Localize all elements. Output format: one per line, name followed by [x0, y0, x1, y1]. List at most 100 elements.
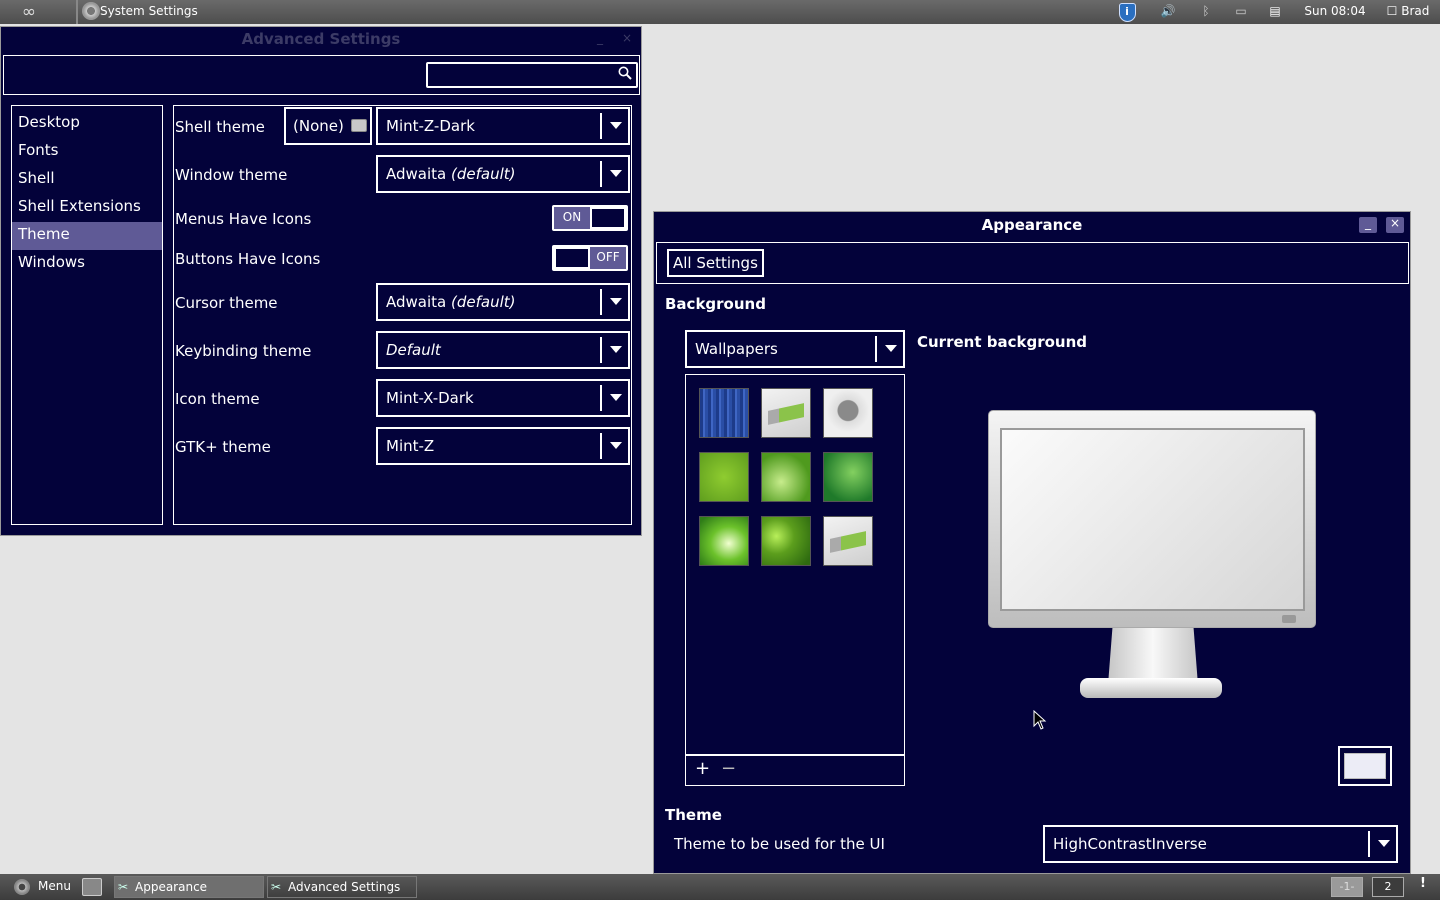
update-manager-icon[interactable]: i: [1117, 0, 1137, 24]
keybinding-theme-label: Keybinding theme: [175, 342, 312, 360]
chevron-down-icon: [1368, 831, 1396, 857]
notifications-icon[interactable]: !: [1420, 876, 1426, 891]
task-appearance[interactable]: ✂ Appearance: [114, 876, 264, 898]
task-advanced-settings[interactable]: ✂ Advanced Settings: [267, 876, 417, 898]
toolbar: All Settings: [656, 242, 1409, 284]
shell-theme-combo[interactable]: Mint-Z-Dark: [376, 107, 630, 145]
chevron-down-icon: [600, 289, 628, 315]
cursor-theme-combo[interactable]: Adwaita (default): [376, 283, 630, 321]
combo-value: Adwaita: [386, 165, 447, 183]
sidebar-item-desktop[interactable]: Desktop: [12, 110, 162, 138]
toggle-knob: [590, 207, 626, 229]
bluetooth-icon[interactable]: ᛒ: [1197, 0, 1215, 24]
combo-value: Default: [386, 341, 441, 359]
top-panel: ∞ System Settings i 🔊 ᛒ ▭ ▤ Sun 08:04 ☐ …: [0, 0, 1440, 24]
all-settings-button[interactable]: All Settings: [667, 249, 764, 277]
wallpaper-thumbnail[interactable]: [699, 516, 749, 566]
ui-theme-combo[interactable]: HighContrastInverse: [1043, 825, 1398, 863]
clipboard-icon[interactable]: ▤: [1266, 0, 1284, 24]
chevron-down-icon: [600, 113, 628, 139]
buttons-have-icons-toggle[interactable]: OFF: [552, 245, 628, 271]
volume-icon[interactable]: 🔊: [1158, 0, 1178, 24]
shell-theme-file-button[interactable]: (None): [284, 107, 372, 145]
sidebar: Desktop Fonts Shell Shell Extensions The…: [11, 105, 163, 525]
minimize-button[interactable]: _: [1359, 217, 1377, 233]
workspace-2[interactable]: 2: [1372, 877, 1404, 897]
combo-value-suffix: (default): [451, 165, 516, 183]
wallpaper-thumbnail[interactable]: [823, 388, 873, 438]
search-icon: [618, 66, 632, 80]
bottom-panel: Menu ✂ Appearance ✂ Advanced Settings -1…: [0, 874, 1440, 900]
wallpaper-thumbnail[interactable]: [823, 452, 873, 502]
wallpaper-thumbnail[interactable]: [699, 388, 749, 438]
close-button[interactable]: ×: [1386, 217, 1404, 233]
gear-icon: [82, 2, 100, 20]
wallpaper-thumbnail[interactable]: [761, 516, 811, 566]
menus-have-icons-toggle[interactable]: ON: [552, 205, 628, 231]
gtk-theme-label: GTK+ theme: [175, 438, 271, 456]
sidebar-item-shell-extensions[interactable]: Shell Extensions: [12, 194, 162, 222]
menus-have-icons-label: Menus Have Icons: [175, 210, 312, 228]
wallpaper-thumbnail[interactable]: [699, 452, 749, 502]
toggle-state: ON: [554, 207, 590, 229]
mint-logo-icon[interactable]: ∞: [16, 3, 42, 21]
tools-icon: ✂: [271, 880, 282, 894]
sidebar-item-theme[interactable]: Theme: [12, 222, 162, 250]
minimize-button[interactable]: _: [591, 32, 609, 48]
theme-settings-panel: Shell theme (None) Mint-Z-Dark Window th…: [173, 105, 632, 525]
gear-icon: [14, 879, 30, 895]
advanced-settings-window: Advanced Settings _ × Desktop Fonts Shel…: [0, 26, 642, 536]
workspace-1[interactable]: -1-: [1331, 877, 1363, 897]
window-title[interactable]: Appearance: [654, 212, 1410, 238]
folder-icon: [351, 119, 367, 132]
active-app-name: System Settings: [100, 4, 198, 18]
close-button[interactable]: ×: [618, 32, 636, 48]
search-input[interactable]: [426, 62, 638, 88]
theme-label: Theme to be used for the UI: [674, 835, 885, 853]
add-wallpaper-button[interactable]: +: [695, 758, 710, 779]
wallpaper-thumbnail[interactable]: [823, 516, 873, 566]
theme-heading: Theme: [665, 806, 722, 824]
keybinding-theme-combo[interactable]: Default: [376, 331, 630, 369]
clock[interactable]: Sun 08:04: [1300, 0, 1370, 24]
shell-theme-label: Shell theme: [175, 118, 265, 136]
wallpaper-source-combo[interactable]: Wallpapers: [685, 330, 905, 368]
sidebar-item-windows[interactable]: Windows: [12, 250, 162, 278]
user-menu[interactable]: ☐ Brad: [1382, 0, 1434, 24]
sidebar-item-shell[interactable]: Shell: [12, 166, 162, 194]
tools-icon: ✂: [118, 880, 129, 894]
background-color-button[interactable]: [1338, 746, 1392, 786]
remove-wallpaper-button[interactable]: −: [721, 758, 736, 779]
gtk-theme-combo[interactable]: Mint-Z: [376, 427, 630, 465]
combo-value: Mint-Z-Dark: [386, 117, 475, 135]
combo-value: Mint-X-Dark: [386, 389, 474, 407]
current-background-heading: Current background: [917, 333, 1087, 351]
chevron-down-icon: [600, 385, 628, 411]
panel-separator: [76, 0, 78, 24]
file-button-label: (None): [293, 117, 344, 135]
sidebar-item-fonts[interactable]: Fonts: [12, 138, 162, 166]
wallpaper-thumbnail[interactable]: [761, 388, 811, 438]
chevron-down-icon: [600, 161, 628, 187]
appearance-window: Appearance _ × All Settings Background W…: [653, 211, 1411, 874]
combo-value: HighContrastInverse: [1053, 835, 1207, 853]
toggle-knob: [554, 247, 590, 269]
wallpaper-thumbnail[interactable]: [761, 452, 811, 502]
menu-label: Menu: [38, 879, 71, 893]
task-label: Appearance: [135, 880, 208, 894]
active-app-title[interactable]: System Settings: [82, 0, 198, 24]
main-menu-button[interactable]: Menu: [12, 874, 71, 900]
window-theme-label: Window theme: [175, 166, 288, 184]
icon-theme-combo[interactable]: Mint-X-Dark: [376, 379, 630, 417]
window-title[interactable]: Advanced Settings: [1, 27, 641, 53]
window-theme-combo[interactable]: Adwaita (default): [376, 155, 630, 193]
buttons-have-icons-label: Buttons Have Icons: [175, 250, 321, 268]
wallpaper-grid: [685, 374, 905, 786]
files-launcher-icon[interactable]: [82, 878, 102, 896]
toggle-state: OFF: [590, 247, 626, 269]
network-icon[interactable]: ▭: [1232, 0, 1250, 24]
combo-value: Mint-Z: [386, 437, 435, 455]
combo-value: Wallpapers: [695, 340, 778, 358]
combo-value-suffix: (default): [451, 293, 516, 311]
chevron-down-icon: [600, 433, 628, 459]
